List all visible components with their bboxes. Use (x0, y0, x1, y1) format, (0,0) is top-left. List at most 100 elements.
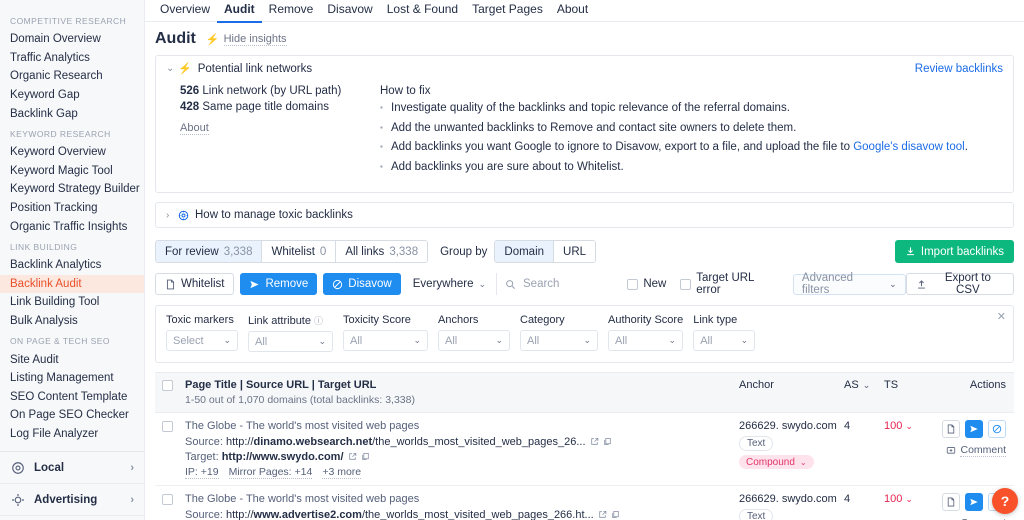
row-disavow-button[interactable] (988, 420, 1006, 438)
sidebar-item-backlink-audit[interactable]: Backlink Audit (0, 274, 144, 294)
filter-target-url-error-checkbox[interactable]: Target URL error (680, 272, 781, 296)
search-input[interactable] (521, 277, 614, 291)
top-nav-tabs: Overview Audit Remove Disavow Lost & Found Ta… (145, 0, 1024, 23)
sidebar-item-position-tracking[interactable]: Position Tracking (0, 199, 144, 218)
sidebar-item-bulk-analysis[interactable]: Bulk Analysis (0, 312, 144, 331)
whitelist-icon (165, 279, 176, 290)
row-ts-cell: 100 ⌄ (884, 493, 936, 520)
sidebar-bottom-item-social-media[interactable]: Social Media› (0, 516, 144, 520)
select-all-checkbox[interactable] (162, 380, 173, 391)
sidebar-item-keyword-overview[interactable]: Keyword Overview (0, 143, 144, 162)
copy-icon[interactable] (611, 510, 620, 519)
scope-dropdown[interactable]: Everywhere ⌄ (407, 273, 492, 295)
filter-columns: Toxic markers Select ⌄ Link attribute ⓘ All ⌄ T… (166, 314, 765, 352)
open-external-icon[interactable] (348, 452, 357, 461)
chevron-right-icon[interactable]: › (166, 210, 178, 221)
row-anchor-tag-compound-label: Compound (746, 456, 795, 468)
sidebar-bottom-item-local[interactable]: Local › (0, 452, 144, 485)
sidebar-bottom-item-advertising[interactable]: Advertising › (0, 484, 144, 517)
whitelist-button[interactable]: Whitelist (155, 273, 235, 295)
sidebar-item-backlink-analytics[interactable]: Backlink Analytics (0, 256, 144, 275)
tab-overview[interactable]: Overview (153, 2, 217, 21)
disavow-button[interactable]: Disavow (323, 273, 401, 295)
about-link[interactable]: About (180, 122, 209, 135)
sidebar-item-keyword-magic-tool[interactable]: Keyword Magic Tool (0, 162, 144, 181)
filter-select[interactable]: Select ⌄ (166, 330, 238, 351)
review-backlinks-link[interactable]: Review backlinks (915, 63, 1003, 75)
row-remove-button[interactable] (965, 493, 983, 511)
export-csv-button[interactable]: Export to CSV (905, 272, 1014, 296)
advanced-filters-dropdown[interactable]: Advanced filters ⌄ (792, 272, 906, 296)
filter-new-checkbox[interactable]: New (627, 278, 666, 290)
sidebar-item-traffic-analytics[interactable]: Traffic Analytics (0, 49, 144, 68)
col-authority-score[interactable]: AS ⌄ (844, 379, 884, 406)
search-box[interactable] (496, 273, 614, 295)
manage-toxic-backlinks-row[interactable]: › How to manage toxic backlinks (155, 202, 1014, 228)
filter-select[interactable]: All ⌄ (520, 330, 598, 351)
insight-card: ⌄ ⚡ Potential link networks Review backl… (155, 55, 1014, 193)
help-button[interactable]: ? (992, 488, 1018, 514)
open-external-icon[interactable] (590, 437, 599, 446)
hide-insights-toggle[interactable]: Hide insights (223, 33, 287, 46)
row-checkbox[interactable] (162, 494, 173, 505)
row-remove-button[interactable] (965, 420, 983, 438)
import-backlinks-button[interactable]: Import backlinks (894, 240, 1014, 263)
segment-for-review[interactable]: For review 3,338 (156, 241, 263, 262)
tab-audit[interactable]: Audit (217, 2, 262, 23)
filter-col-authority-score: Authority Score All ⌄ (608, 314, 683, 352)
sidebar-item-keyword-strategy-builder[interactable]: Keyword Strategy Builder (0, 180, 144, 199)
filter-select[interactable]: All ⌄ (608, 330, 683, 351)
filter-select[interactable]: All ⌄ (693, 330, 756, 351)
sidebar-item-backlink-gap[interactable]: Backlink Gap (0, 104, 144, 123)
close-icon[interactable]: ✕ (997, 310, 1006, 323)
row-ts-value[interactable]: 100 ⌄ (884, 493, 913, 505)
filter-value: All (445, 334, 458, 347)
sidebar-item-listing-management[interactable]: Listing Management (0, 369, 144, 388)
group-by-domain[interactable]: Domain (495, 241, 555, 262)
row-mirror-pages[interactable]: Mirror Pages: +14 (228, 466, 313, 479)
disavow-tool-link[interactable]: Google's disavow tool (853, 141, 965, 153)
open-external-icon[interactable] (598, 510, 607, 519)
sidebar-item-link-building-tool[interactable]: Link Building Tool (0, 293, 144, 312)
sidebar-item-seo-content-template[interactable]: SEO Content Template (0, 388, 144, 407)
copy-icon[interactable] (361, 452, 370, 461)
sidebar-item-site-audit[interactable]: Site Audit (0, 350, 144, 369)
tab-disavow[interactable]: Disavow (320, 2, 379, 21)
chevron-right-icon: › (130, 493, 134, 506)
tab-lost-found[interactable]: Lost & Found (380, 2, 465, 21)
sidebar-item-organic-traffic-insights[interactable]: Organic Traffic Insights (0, 217, 144, 236)
tab-remove[interactable]: Remove (262, 2, 321, 21)
group-by-url[interactable]: URL (554, 241, 596, 262)
row-ts-value[interactable]: 100 ⌄ (884, 420, 913, 432)
row-anchor-tag-compound[interactable]: Compound ⌄ (739, 455, 814, 469)
how-to-fix-item: Add backlinks you are sure about to Whit… (380, 160, 1003, 174)
row-as-value: 4 (844, 493, 851, 505)
sidebar-item-domain-overview[interactable]: Domain Overview (0, 30, 144, 49)
row-comment[interactable]: Comment (936, 444, 1006, 457)
row-ip[interactable]: IP: +19 (185, 466, 219, 479)
col-toxicity-score[interactable]: TS (884, 379, 936, 406)
segment-whitelist[interactable]: Whitelist 0 (262, 241, 337, 262)
copy-icon[interactable] (603, 437, 612, 446)
segment-count: 3,338 (223, 245, 253, 258)
info-icon[interactable]: ⓘ (314, 314, 323, 327)
chevron-down-icon[interactable]: ⌄ (166, 63, 178, 74)
filter-label: Toxicity Score (343, 314, 428, 326)
sidebar-item-log-file-analyzer[interactable]: Log File Analyzer (0, 425, 144, 444)
tab-about[interactable]: About (550, 2, 595, 21)
sidebar-item-organic-research[interactable]: Organic Research (0, 67, 144, 86)
row-checkbox[interactable] (162, 421, 173, 432)
row-whitelist-button[interactable] (942, 493, 960, 511)
sidebar-item-on-page-seo-checker[interactable]: On Page SEO Checker (0, 406, 144, 425)
row-more[interactable]: +3 more (322, 466, 362, 479)
filter-select[interactable]: All ⌄ (343, 330, 428, 351)
tab-target-pages[interactable]: Target Pages (465, 2, 550, 21)
row-source-label: Source: (185, 509, 223, 520)
row-whitelist-button[interactable] (942, 420, 960, 438)
filter-select[interactable]: All ⌄ (438, 330, 510, 351)
segment-all-links[interactable]: All links 3,338 (336, 241, 428, 262)
filter-label: Link attribute ⓘ (248, 314, 333, 327)
sidebar-item-keyword-gap[interactable]: Keyword Gap (0, 86, 144, 105)
filter-select[interactable]: All ⌄ (248, 331, 333, 352)
remove-button[interactable]: Remove (240, 273, 318, 295)
